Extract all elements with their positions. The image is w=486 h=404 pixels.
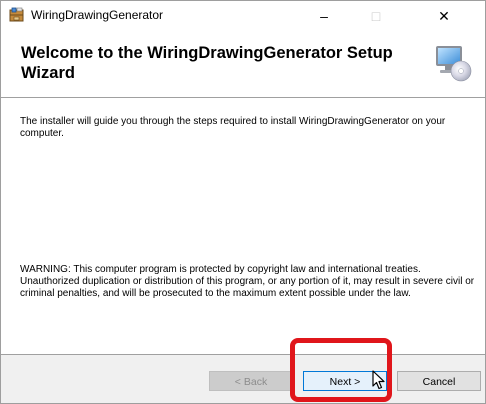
wizard-footer: < Back Next > Cancel	[1, 355, 485, 403]
window-title: WiringDrawingGenerator	[31, 8, 164, 22]
close-button[interactable]: ✕	[421, 1, 467, 31]
wizard-title: Welcome to the WiringDrawingGenerator Se…	[21, 44, 393, 82]
maximize-button[interactable]: □	[353, 1, 399, 31]
intro-text: The installer will guide you through the…	[20, 116, 446, 139]
back-button[interactable]: < Back	[209, 371, 293, 391]
computer-disc-icon	[436, 46, 472, 82]
wizard-banner: Welcome to the WiringDrawingGenerator Se…	[1, 31, 485, 98]
wizard-content: The installer will guide you through the…	[1, 98, 485, 355]
title-bar: WiringDrawingGenerator – □ ✕	[1, 1, 485, 31]
setup-wizard-window: WiringDrawingGenerator – □ ✕ Welcome to …	[0, 0, 486, 404]
maximize-icon: □	[371, 8, 381, 24]
installer-app-icon	[9, 7, 24, 22]
close-icon: ✕	[438, 8, 450, 24]
minimize-button[interactable]: –	[301, 1, 347, 31]
copyright-warning-text: WARNING: This computer program is protec…	[20, 264, 475, 299]
minimize-icon: –	[320, 8, 328, 24]
mouse-pointer-icon	[372, 370, 385, 390]
cancel-button[interactable]: Cancel	[397, 371, 481, 391]
